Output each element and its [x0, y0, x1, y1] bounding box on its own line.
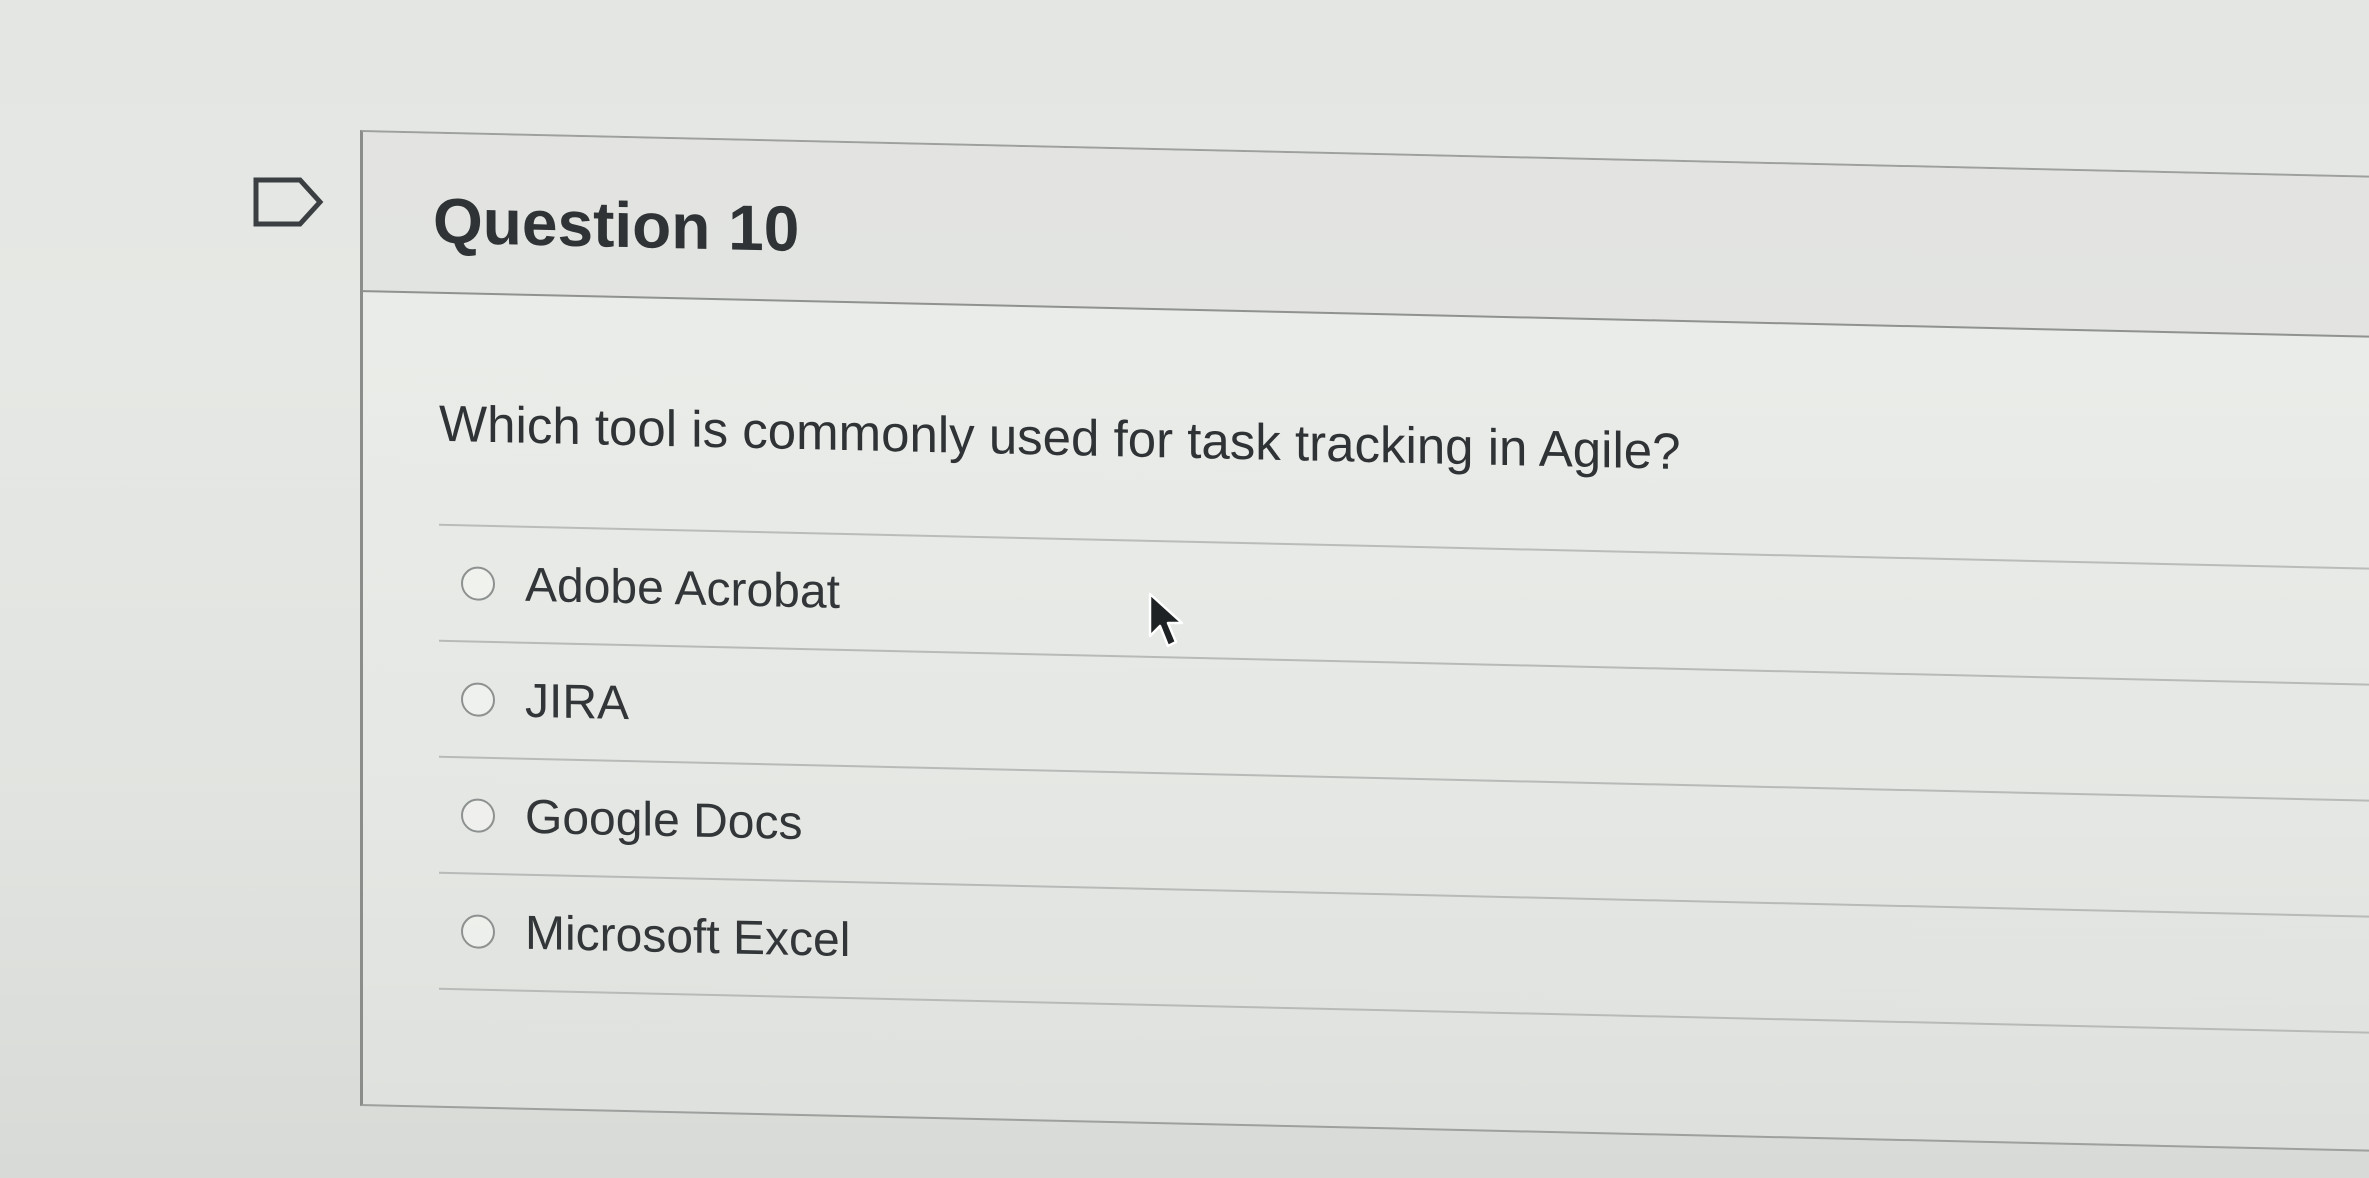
radio-button[interactable]: [461, 566, 495, 602]
answer-label[interactable]: Adobe Acrobat: [525, 557, 840, 619]
radio-button[interactable]: [461, 798, 495, 834]
answer-label[interactable]: JIRA: [525, 673, 629, 730]
question-header: Question 10: [363, 132, 2369, 339]
mouse-pointer-icon: [1148, 592, 1184, 648]
quiz-page: Question 10 Which tool is commonly used …: [0, 0, 2369, 1178]
answer-label[interactable]: Microsoft Excel: [525, 905, 850, 967]
flag-question-icon[interactable]: [252, 176, 324, 228]
radio-button[interactable]: [461, 682, 495, 718]
question-title: Question 10: [433, 184, 800, 265]
answer-list: Adobe Acrobat JIRA Google Docs Microsoft…: [439, 523, 2369, 1035]
question-card: Question 10 Which tool is commonly used …: [360, 130, 2369, 1153]
radio-button[interactable]: [461, 914, 495, 950]
question-prompt: Which tool is commonly used for task tra…: [439, 394, 1681, 480]
answer-label[interactable]: Google Docs: [525, 789, 802, 850]
